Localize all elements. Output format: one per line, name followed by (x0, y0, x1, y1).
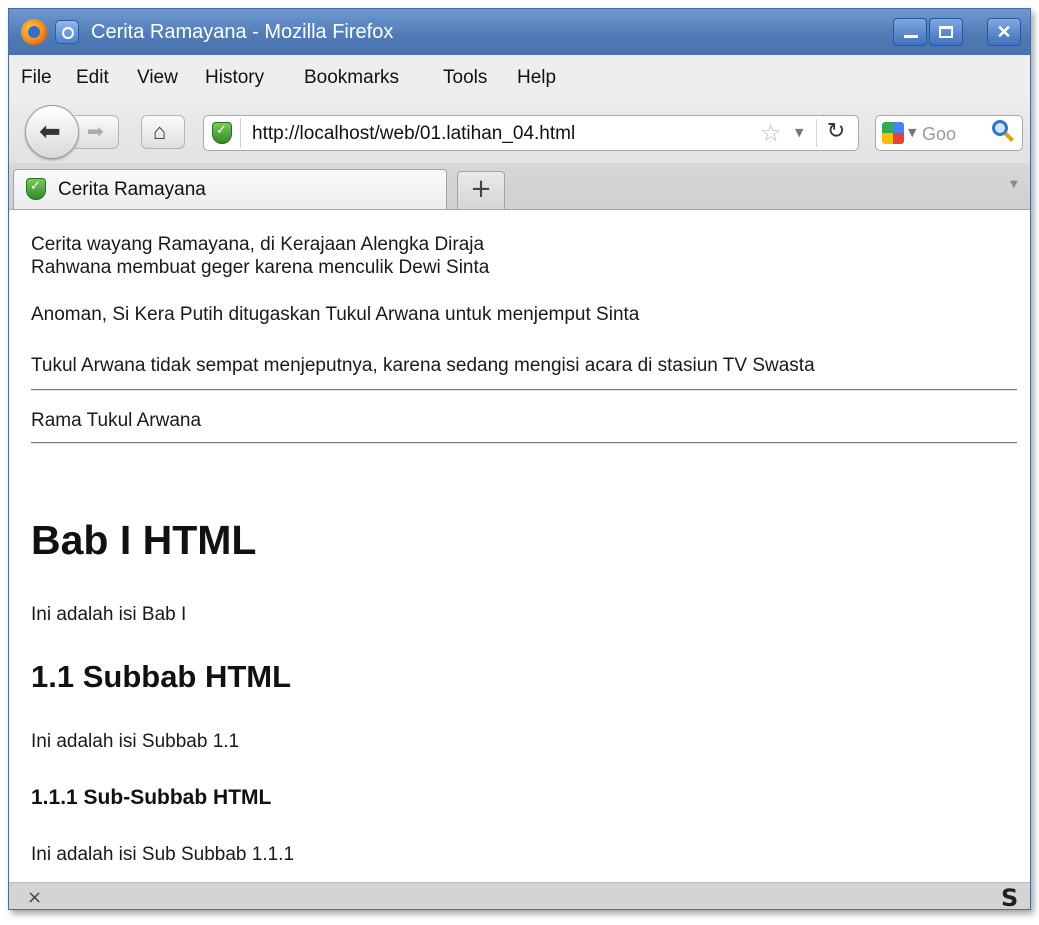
url-text[interactable]: http://localhost/web/01.latihan_04.html (252, 123, 575, 145)
paragraph-3: Tukul Arwana tidak sempat menjeputnya, k… (31, 355, 815, 376)
minimize-button[interactable] (893, 18, 927, 46)
paragraph-1-line-2: Rahwana membuat geger karena menculik De… (31, 257, 490, 278)
title-bar[interactable]: Cerita Ramayana - Mozilla Firefox ✕ (9, 9, 1030, 55)
menu-file[interactable]: File (21, 67, 52, 89)
menu-tools[interactable]: Tools (443, 67, 487, 89)
search-engine-dropdown-icon[interactable]: ▼ (908, 126, 916, 139)
status-bar: × S (9, 882, 1030, 909)
close-window-button[interactable]: ✕ (987, 18, 1021, 46)
close-icon[interactable]: × (27, 887, 42, 908)
heading-bab-1: Bab I HTML (31, 517, 257, 563)
star-icon[interactable]: ☆ (760, 119, 782, 147)
page-content: Cerita wayang Ramayana, di Kerajaan Alen… (9, 210, 1030, 882)
heading-sub-subbab-1-1-1: 1.1.1 Sub-Subbab HTML (31, 786, 272, 809)
back-arrow-icon: ⬅ (39, 116, 61, 146)
menu-edit[interactable]: Edit (76, 67, 109, 89)
subbab-1-1-body: Ini adalah isi Subbab 1.1 (31, 731, 240, 752)
window-menu-icon[interactable] (55, 20, 79, 44)
home-button[interactable]: ⌂ (141, 115, 185, 149)
reload-icon[interactable]: ↻ (816, 119, 855, 147)
menu-view[interactable]: View (137, 67, 178, 89)
window-title: Cerita Ramayana - Mozilla Firefox (91, 21, 394, 43)
google-icon[interactable] (882, 122, 904, 144)
tab-strip: Cerita Ramayana + ▼ (9, 163, 1030, 210)
forward-button[interactable]: ➡ (75, 115, 119, 149)
new-tab-button[interactable]: + (457, 171, 505, 209)
url-history-dropdown-icon[interactable]: ▼ (795, 126, 803, 139)
shield-check-icon (212, 122, 232, 144)
bab-1-body: Ini adalah isi Bab I (31, 604, 187, 625)
horizontal-rule-2 (31, 442, 1017, 444)
navigation-toolbar: ➡ ⬅ ⌂ http://localhost/web/01.latihan_04… (9, 99, 1030, 163)
paragraph-1-line-1: Cerita wayang Ramayana, di Kerajaan Alen… (31, 234, 485, 255)
menu-bookmarks[interactable]: Bookmarks (304, 67, 399, 89)
url-bar[interactable]: http://localhost/web/01.latihan_04.html … (203, 115, 859, 151)
menu-history[interactable]: History (205, 67, 264, 89)
paragraph-4: Rama Tukul Arwana (31, 410, 202, 431)
tab-label: Cerita Ramayana (58, 179, 206, 200)
heading-subbab-1-1: 1.1 Subbab HTML (31, 659, 292, 694)
sub-subbab-1-1-1-body: Ini adalah isi Sub Subbab 1.1.1 (31, 844, 295, 865)
tab-cerita-ramayana[interactable]: Cerita Ramayana (13, 169, 447, 209)
menu-bar: File Edit View History Bookmarks Tools H… (9, 55, 1030, 100)
magnifier-icon[interactable] (992, 120, 1008, 136)
browser-window: Cerita Ramayana - Mozilla Firefox ✕ File… (8, 8, 1031, 910)
addon-s-icon[interactable]: S (1001, 884, 1018, 909)
search-input[interactable]: Goo (922, 124, 956, 145)
paragraph-2: Anoman, Si Kera Putih ditugaskan Tukul A… (31, 304, 640, 325)
forward-arrow-icon: ➡ (87, 121, 104, 143)
back-button[interactable]: ⬅ (25, 105, 79, 159)
tab-favicon-icon (26, 178, 46, 200)
search-bar[interactable]: ▼ Goo (875, 115, 1023, 151)
menu-help[interactable]: Help (517, 67, 556, 89)
firefox-logo-icon (21, 19, 47, 45)
home-icon: ⌂ (153, 119, 167, 144)
horizontal-rule-1 (31, 389, 1017, 391)
list-all-tabs-icon[interactable]: ▼ (1010, 179, 1018, 190)
maximize-button[interactable] (929, 18, 963, 46)
